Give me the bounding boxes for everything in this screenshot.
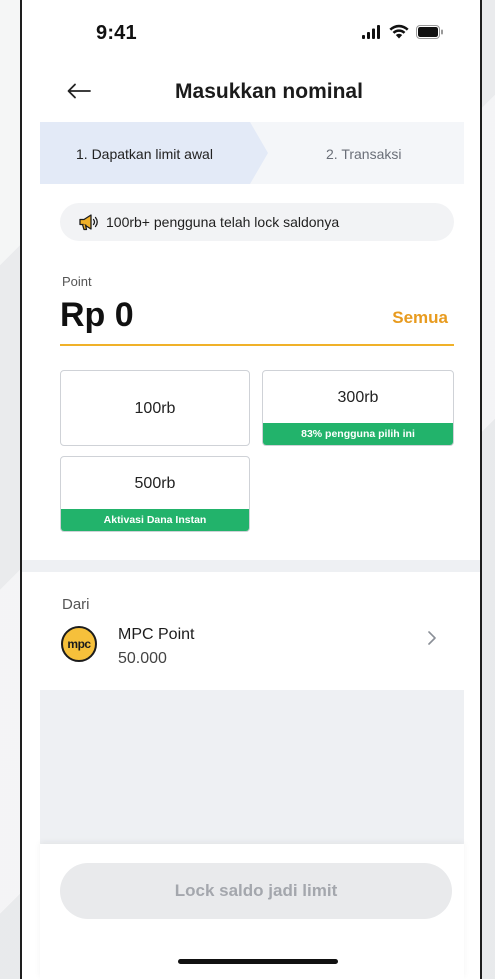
home-indicator: [178, 959, 338, 964]
stepper: 1. Dapatkan limit awal 2. Transaksi: [40, 122, 464, 184]
amount-underline: [60, 344, 454, 346]
status-time: 9:41: [96, 22, 137, 44]
chevron-right-icon[interactable]: [422, 628, 442, 648]
amount-input[interactable]: Rp 0: [60, 296, 134, 335]
step-2-label: 2. Transaksi: [326, 146, 402, 162]
popular-badge: 83% pengguna pilih ini: [263, 423, 453, 445]
social-proof-banner: 100rb+ pengguna telah lock saldonya: [60, 203, 454, 241]
nominal-option-value: 300rb: [337, 389, 379, 406]
social-proof-text: 100rb+ pengguna telah lock saldonya: [106, 214, 340, 230]
status-icons: [362, 24, 444, 39]
page-title: Masukkan nominal: [175, 80, 363, 103]
source-section: Dari mpc MPC Point 50.000: [40, 572, 464, 690]
section-divider: [22, 560, 480, 572]
status-bar: 9:41: [22, 0, 480, 62]
megaphone-icon: [79, 214, 98, 231]
mpc-logo-text: mpc: [67, 637, 91, 651]
point-label: Point: [62, 274, 92, 289]
nominal-option-100rb[interactable]: 100rb: [60, 370, 250, 446]
nominal-option-value: 500rb: [134, 475, 176, 492]
bottom-action-bar: Lock saldo jadi limit: [40, 844, 464, 979]
source-name[interactable]: MPC Point: [118, 626, 194, 644]
select-all-button[interactable]: Semua: [392, 308, 448, 328]
nominal-option-500rb[interactable]: 500rb Aktivasi Dana Instan: [60, 456, 250, 532]
signal-icon: [362, 24, 380, 39]
app-header: Masukkan nominal: [22, 62, 480, 122]
empty-area: [40, 690, 464, 844]
phone-screen: 9:41 Masukkan nominal 1. Dapatkan limit …: [20, 0, 482, 979]
source-balance: 50.000: [118, 650, 167, 667]
from-label: Dari: [62, 596, 90, 613]
mpc-logo: mpc: [61, 626, 97, 662]
instant-activation-badge: Aktivasi Dana Instan: [61, 509, 249, 531]
battery-icon: [416, 24, 443, 39]
step-1-label: 1. Dapatkan limit awal: [76, 146, 213, 162]
nominal-option-300rb[interactable]: 300rb 83% pengguna pilih ini: [262, 370, 454, 446]
nominal-option-value: 100rb: [134, 400, 176, 417]
wifi-icon: [389, 24, 409, 39]
lock-saldo-button[interactable]: Lock saldo jadi limit: [60, 863, 452, 919]
